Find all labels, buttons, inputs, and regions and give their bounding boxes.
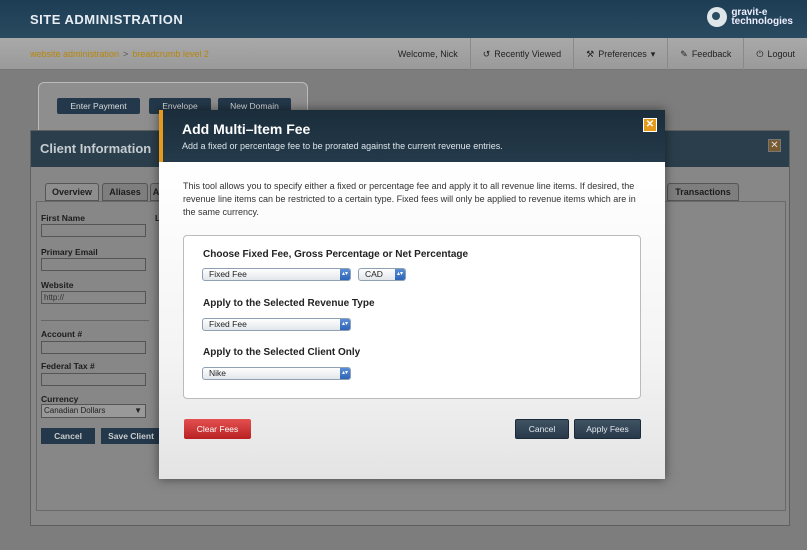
breadcrumb-item-2[interactable]: breadcrumb level 2 <box>132 49 209 59</box>
dialog-header: Add Multi–Item Fee Add a fixed or percen… <box>159 110 665 162</box>
select-arrows-icon: ▴▾ <box>340 319 350 330</box>
currency-select[interactable]: Canadian Dollars ▼ <box>41 404 146 418</box>
currency-select[interactable]: CAD ▴▾ <box>358 268 406 281</box>
federal-tax-label: Federal Tax # <box>41 361 95 371</box>
pencil-icon: ✎ <box>680 48 688 59</box>
federal-tax-input[interactable] <box>41 373 146 386</box>
select-arrows-icon: ▴▾ <box>340 368 350 379</box>
logo-line2: technologies <box>731 16 793 27</box>
tab-aliases[interactable]: Aliases <box>102 183 148 201</box>
primary-email-label: Primary Email <box>41 247 98 257</box>
power-icon: ⏻ <box>756 48 764 59</box>
clear-fees-button[interactable]: Clear Fees <box>184 419 251 439</box>
dialog-subtitle: Add a fixed or percentage fee to be pror… <box>182 141 503 151</box>
client-close-icon[interactable]: ✕ <box>768 139 781 152</box>
fee-type-select[interactable]: Fixed Fee ▴▾ <box>202 268 351 281</box>
logo-icon <box>707 7 728 27</box>
company-logo[interactable]: gravit-e technologies <box>707 7 793 27</box>
primary-email-input[interactable] <box>41 258 146 271</box>
logout-button[interactable]: ⏻ Logout <box>743 38 807 70</box>
fee-type-label: Choose Fixed Fee, Gross Percentage or Ne… <box>203 249 469 260</box>
revenue-type-select[interactable]: Fixed Fee ▴▾ <box>202 318 351 331</box>
tab-transactions[interactable]: Transactions <box>667 183 739 201</box>
chevron-down-icon: ▾ <box>650 48 656 59</box>
site-title: SITE ADMINISTRATION <box>30 12 184 27</box>
first-name-label: First Name <box>41 213 85 223</box>
first-name-input[interactable] <box>41 224 146 237</box>
intro-text: This tool allows you to specify either a… <box>183 181 636 217</box>
dialog-title: Add Multi–Item Fee <box>182 121 311 137</box>
breadcrumb: website administration > breadcrumb leve… <box>30 49 209 59</box>
preferences-button[interactable]: ⚒ Preferences ▾ <box>573 38 667 70</box>
select-arrows-icon: ▴▾ <box>395 269 405 280</box>
recently-viewed-button[interactable]: ↺ Recently Viewed <box>469 38 573 70</box>
dropdown-arrow-icon: ▼ <box>134 406 142 415</box>
website-input[interactable]: http:// <box>41 291 146 304</box>
client-window-title: Client Information <box>40 141 152 156</box>
revenue-type-label: Apply to the Selected Revenue Type <box>203 298 375 309</box>
client-cancel-button[interactable]: Cancel <box>41 428 95 444</box>
currency-label: Currency <box>41 394 79 404</box>
form-divider <box>41 320 149 321</box>
tab-overview[interactable]: Overview <box>45 183 99 201</box>
feedback-button[interactable]: ✎ Feedback <box>667 38 743 70</box>
wrench-icon: ⚒ <box>586 48 595 59</box>
save-client-button[interactable]: Save Client <box>101 428 161 444</box>
enter-payment-button[interactable]: Enter Payment <box>57 98 140 114</box>
client-label: Apply to the Selected Client Only <box>203 347 361 358</box>
top-header: SITE ADMINISTRATION gravit-e technologie… <box>0 0 807 38</box>
close-icon[interactable]: ✕ <box>643 118 657 132</box>
history-icon: ↺ <box>482 48 491 59</box>
welcome-text: Welcome, Nick <box>397 49 458 59</box>
nav-bar: website administration > breadcrumb leve… <box>0 38 807 70</box>
breadcrumb-item-1[interactable]: website administration <box>30 49 119 59</box>
apply-fees-button[interactable]: Apply Fees <box>574 419 641 439</box>
breadcrumb-separator: > <box>123 49 129 59</box>
account-input[interactable] <box>41 341 146 354</box>
website-label: Website <box>41 280 74 290</box>
client-select[interactable]: Nike ▴▾ <box>202 367 351 380</box>
cancel-button[interactable]: Cancel <box>515 419 569 439</box>
select-arrows-icon: ▴▾ <box>340 269 350 280</box>
account-label: Account # <box>41 329 83 339</box>
fee-options-box: Choose Fixed Fee, Gross Percentage or Ne… <box>183 235 641 399</box>
add-multi-item-fee-dialog: Add Multi–Item Fee Add a fixed or percen… <box>159 110 665 479</box>
